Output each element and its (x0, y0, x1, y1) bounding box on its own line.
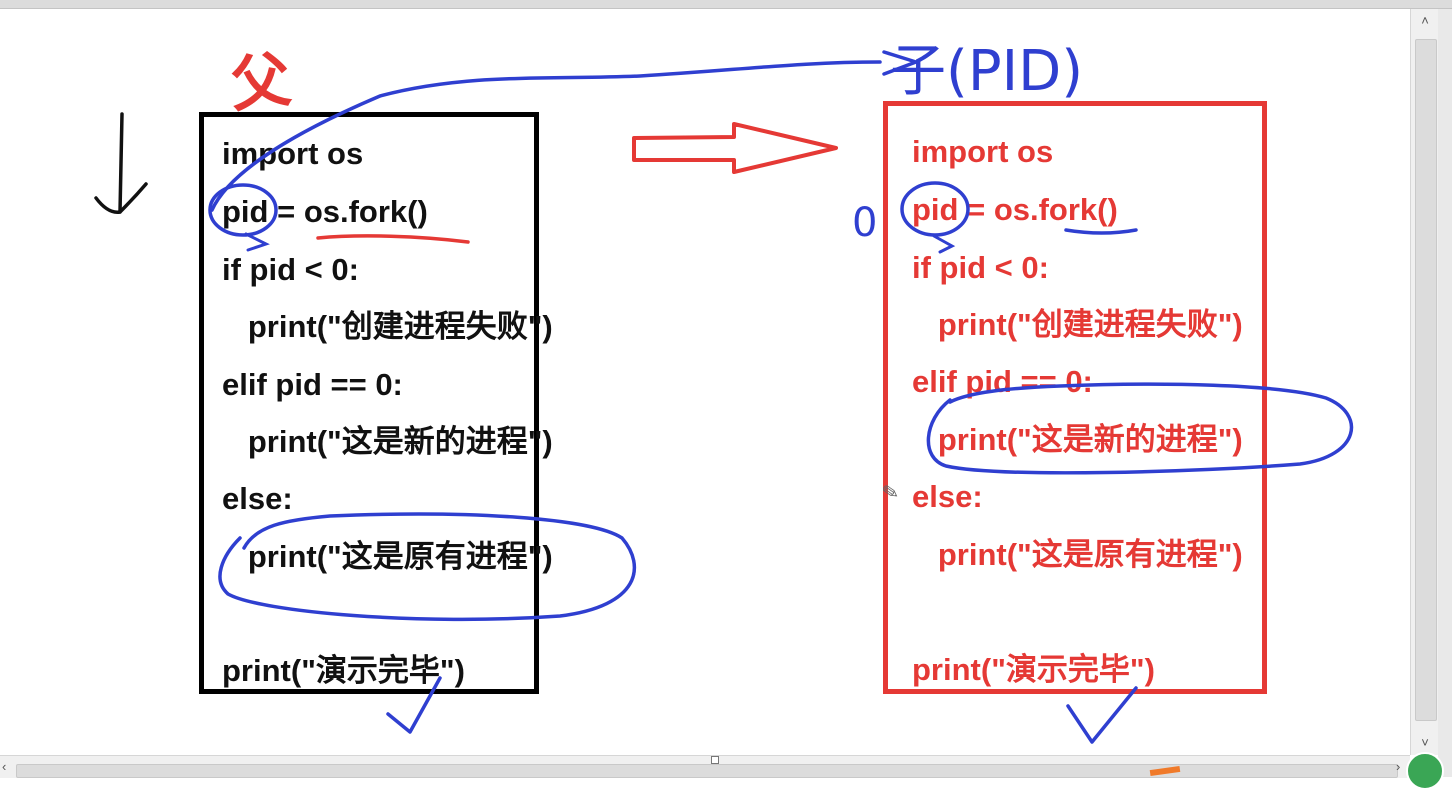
vertical-scroll-thumb[interactable] (1415, 39, 1437, 721)
status-indicator-icon[interactable] (1406, 752, 1444, 790)
child-code-line-8: print("这是原有进程") (912, 537, 1243, 572)
horizontal-scroll-thumb[interactable] (16, 764, 1398, 778)
resize-handle-icon[interactable] (711, 756, 719, 764)
window-right-edge (1438, 9, 1452, 777)
child-code-line-4: print("创建进程失败") (912, 307, 1243, 342)
parent-code-line-7: else: (222, 481, 293, 516)
chevron-right-icon[interactable]: › (1396, 759, 1400, 774)
parent-code-line-9: print("演示完毕") (222, 653, 465, 688)
parent-code-line-4: print("创建进程失败") (222, 309, 553, 344)
parent-code-line-6: print("这是新的进程") (222, 424, 553, 459)
child-code-line-5: elif pid == 0: (912, 364, 1093, 399)
window-top-bar (0, 0, 1452, 9)
parent-code-line-1: import os (222, 136, 364, 171)
chevron-left-icon[interactable]: ‹ (2, 759, 6, 774)
child-pid-value-handwritten: 0 (852, 200, 878, 246)
child-label-handwritten: 子(PID) (890, 39, 1084, 104)
parent-code-line-5: elif pid == 0: (222, 367, 403, 402)
chevron-down-icon[interactable]: ˅ (1417, 735, 1433, 751)
parent-label-handwritten: 父 (227, 45, 295, 121)
child-code-line-9: print("演示完毕") (912, 652, 1155, 687)
parent-code-line-3: if pid < 0: (222, 252, 359, 287)
parent-code-line-2: pid = os.fork() (222, 194, 428, 229)
child-code-line-3: if pid < 0: (912, 250, 1049, 285)
chevron-up-icon[interactable]: ˄ (1417, 13, 1433, 29)
child-code-line-2: pid = os.fork() (912, 192, 1118, 227)
horizontal-scrollbar[interactable]: ‹ › (0, 755, 1410, 778)
child-code-line-7: else: (912, 479, 983, 514)
vertical-scrollbar[interactable]: ˄ ˅ (1410, 9, 1439, 755)
child-code-line-6: print("这是新的进程") (912, 422, 1243, 457)
child-code-line-1: import os (912, 134, 1054, 169)
parent-code-line-8: print("这是原有进程") (222, 539, 553, 574)
